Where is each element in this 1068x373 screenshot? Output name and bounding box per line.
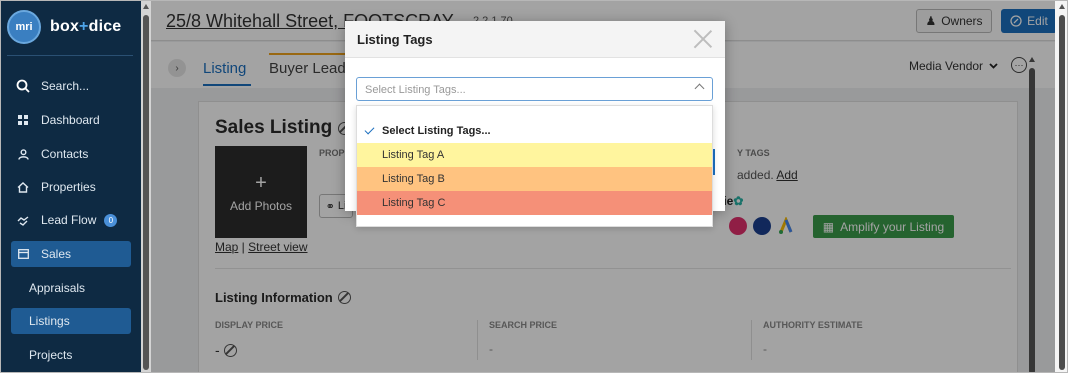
divider [7, 55, 133, 56]
dropdown-option-tag-c[interactable]: Listing Tag C [357, 191, 712, 215]
search-icon [15, 79, 31, 93]
option-label: Listing Tag A [382, 149, 445, 161]
sidebar-item-label: Properties [41, 180, 96, 194]
dropdown-option-tag-b[interactable]: Listing Tag B [357, 167, 712, 191]
option-label: Listing Tag C [382, 197, 446, 209]
grid-icon [15, 115, 31, 125]
sidebar-item-dashboard[interactable]: Dashboard [11, 107, 131, 133]
dropdown-option-select-all[interactable]: Select Listing Tags... [357, 119, 712, 143]
select-placeholder: Select Listing Tags... [365, 84, 466, 96]
mri-logo: mri [7, 10, 41, 44]
brand-name: box+dice [50, 18, 122, 35]
listing-tags-select[interactable]: Select Listing Tags... [356, 77, 713, 101]
sales-icon [15, 249, 31, 259]
sidebar-item-appraisals[interactable]: Appraisals [11, 275, 131, 301]
modal-title: Listing Tags [357, 32, 433, 47]
close-icon[interactable] [692, 27, 714, 49]
sidebar-item-lead-flow[interactable]: Lead Flow 0 [11, 207, 131, 233]
sidebar-item-label: Sales [41, 247, 72, 261]
scrollbar-thumb[interactable] [143, 15, 149, 370]
sidebar-item-listings[interactable]: Listings [11, 308, 131, 334]
sidebar-item-label: Appraisals [29, 281, 86, 295]
user-icon [15, 148, 31, 160]
sidebar-item-label: Listings [29, 314, 70, 328]
sidebar-search-label: Search... [41, 79, 90, 93]
check-icon [364, 124, 375, 135]
app-window: mri box+dice Search... Dashboard Contact… [0, 0, 1068, 373]
chevron-up-icon[interactable] [694, 83, 705, 94]
dropdown-option-tag-a[interactable]: Listing Tag A [357, 143, 712, 167]
option-label: Select Listing Tags... [382, 125, 491, 137]
modal-button-edge [713, 149, 715, 175]
handshake-icon [15, 215, 31, 226]
option-label: Listing Tag B [382, 173, 445, 185]
scroll-up-arrow-icon[interactable] [143, 4, 149, 9]
scrollbar-thumb[interactable] [1059, 15, 1065, 370]
page-scrollbar[interactable] [1055, 1, 1067, 372]
sidebar-item-label: Projects [29, 348, 73, 362]
sidebar-item-contacts[interactable]: Contacts [11, 141, 131, 167]
sidebar-item-projects[interactable]: Projects [11, 342, 131, 368]
brand[interactable]: mri box+dice [7, 9, 133, 45]
sidebar-item-label: Dashboard [41, 113, 100, 127]
modal-header: Listing Tags [345, 21, 725, 58]
sidebar-search[interactable]: Search... [11, 73, 131, 99]
sidebar-item-sales[interactable]: Sales [11, 241, 131, 267]
sidebar-item-label: Contacts [41, 147, 89, 161]
home-icon [15, 181, 31, 193]
lead-count-badge: 0 [104, 213, 118, 227]
sidebar-item-label: Lead Flow [41, 213, 97, 227]
sidebar-scrollbar[interactable] [141, 1, 151, 372]
sidebar: mri box+dice Search... Dashboard Contact… [1, 1, 141, 372]
scroll-up-arrow-icon[interactable] [1059, 4, 1065, 9]
listing-tags-dropdown: Select Listing Tags... Listing Tag A Lis… [356, 105, 713, 227]
sidebar-item-properties[interactable]: Properties [11, 174, 131, 200]
